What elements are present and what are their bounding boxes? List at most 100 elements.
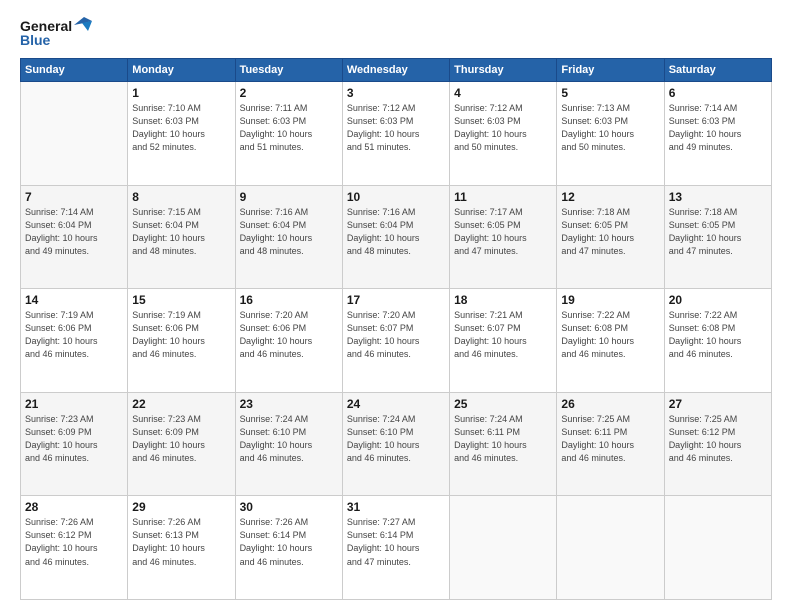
day-header-sunday: Sunday bbox=[21, 59, 128, 82]
day-header-tuesday: Tuesday bbox=[235, 59, 342, 82]
calendar-day-cell bbox=[664, 496, 771, 600]
day-number: 23 bbox=[240, 397, 338, 411]
day-number: 2 bbox=[240, 86, 338, 100]
logo-bird-icon bbox=[74, 17, 92, 31]
day-info: Sunrise: 7:15 AM Sunset: 6:04 PM Dayligh… bbox=[132, 206, 230, 258]
calendar-day-cell bbox=[557, 496, 664, 600]
calendar-day-cell: 18 Sunrise: 7:21 AM Sunset: 6:07 PM Dayli… bbox=[450, 289, 557, 393]
day-info: Sunrise: 7:18 AM Sunset: 6:05 PM Dayligh… bbox=[669, 206, 767, 258]
day-number: 15 bbox=[132, 293, 230, 307]
day-info: Sunrise: 7:27 AM Sunset: 6:14 PM Dayligh… bbox=[347, 516, 445, 568]
day-info: Sunrise: 7:19 AM Sunset: 6:06 PM Dayligh… bbox=[132, 309, 230, 361]
day-info: Sunrise: 7:19 AM Sunset: 6:06 PM Dayligh… bbox=[25, 309, 123, 361]
day-number: 7 bbox=[25, 190, 123, 204]
day-info: Sunrise: 7:26 AM Sunset: 6:14 PM Dayligh… bbox=[240, 516, 338, 568]
day-info: Sunrise: 7:25 AM Sunset: 6:12 PM Dayligh… bbox=[669, 413, 767, 465]
calendar-day-cell: 28 Sunrise: 7:26 AM Sunset: 6:12 PM Dayli… bbox=[21, 496, 128, 600]
calendar-day-cell: 27Sunrise: 7:25 AM Sunset: 6:12 PM Dayli… bbox=[664, 392, 771, 496]
calendar-day-cell bbox=[450, 496, 557, 600]
day-number: 13 bbox=[669, 190, 767, 204]
day-header-saturday: Saturday bbox=[664, 59, 771, 82]
calendar-day-cell: 11 Sunrise: 7:17 AM Sunset: 6:05 PM Dayli… bbox=[450, 185, 557, 289]
calendar-day-cell: 31 Sunrise: 7:27 AM Sunset: 6:14 PM Dayli… bbox=[342, 496, 449, 600]
day-info: Sunrise: 7:20 AM Sunset: 6:06 PM Dayligh… bbox=[240, 309, 338, 361]
day-header-wednesday: Wednesday bbox=[342, 59, 449, 82]
calendar-week-row: 28 Sunrise: 7:26 AM Sunset: 6:12 PM Dayli… bbox=[21, 496, 772, 600]
day-number: 6 bbox=[669, 86, 767, 100]
calendar-week-row: 14 Sunrise: 7:19 AM Sunset: 6:06 PM Dayli… bbox=[21, 289, 772, 393]
day-info: Sunrise: 7:13 AM Sunset: 6:03 PM Dayligh… bbox=[561, 102, 659, 154]
day-info: Sunrise: 7:23 AM Sunset: 6:09 PM Dayligh… bbox=[25, 413, 123, 465]
day-info: Sunrise: 7:11 AM Sunset: 6:03 PM Dayligh… bbox=[240, 102, 338, 154]
day-info: Sunrise: 7:20 AM Sunset: 6:07 PM Dayligh… bbox=[347, 309, 445, 361]
day-info: Sunrise: 7:24 AM Sunset: 6:11 PM Dayligh… bbox=[454, 413, 552, 465]
calendar-day-cell: 20Sunrise: 7:22 AM Sunset: 6:08 PM Dayli… bbox=[664, 289, 771, 393]
day-info: Sunrise: 7:21 AM Sunset: 6:07 PM Dayligh… bbox=[454, 309, 552, 361]
calendar-day-cell: 4 Sunrise: 7:12 AM Sunset: 6:03 PM Daylig… bbox=[450, 82, 557, 186]
logo: General Blue bbox=[20, 18, 92, 48]
logo-blue-text: Blue bbox=[20, 32, 50, 48]
day-info: Sunrise: 7:24 AM Sunset: 6:10 PM Dayligh… bbox=[347, 413, 445, 465]
day-info: Sunrise: 7:26 AM Sunset: 6:12 PM Dayligh… bbox=[25, 516, 123, 568]
calendar-day-cell: 6 Sunrise: 7:14 AM Sunset: 6:03 PM Daylig… bbox=[664, 82, 771, 186]
day-number: 29 bbox=[132, 500, 230, 514]
day-number: 21 bbox=[25, 397, 123, 411]
day-info: Sunrise: 7:18 AM Sunset: 6:05 PM Dayligh… bbox=[561, 206, 659, 258]
calendar-day-cell: 16 Sunrise: 7:20 AM Sunset: 6:06 PM Dayli… bbox=[235, 289, 342, 393]
calendar-day-cell: 14 Sunrise: 7:19 AM Sunset: 6:06 PM Dayli… bbox=[21, 289, 128, 393]
calendar-day-cell: 23Sunrise: 7:24 AM Sunset: 6:10 PM Dayli… bbox=[235, 392, 342, 496]
day-info: Sunrise: 7:16 AM Sunset: 6:04 PM Dayligh… bbox=[347, 206, 445, 258]
day-number: 14 bbox=[25, 293, 123, 307]
calendar-day-cell: 30Sunrise: 7:26 AM Sunset: 6:14 PM Dayli… bbox=[235, 496, 342, 600]
calendar-day-cell: 26 Sunrise: 7:25 AM Sunset: 6:11 PM Dayli… bbox=[557, 392, 664, 496]
calendar-day-cell: 15 Sunrise: 7:19 AM Sunset: 6:06 PM Dayli… bbox=[128, 289, 235, 393]
day-info: Sunrise: 7:25 AM Sunset: 6:11 PM Dayligh… bbox=[561, 413, 659, 465]
calendar-day-cell: 29 Sunrise: 7:26 AM Sunset: 6:13 PM Dayli… bbox=[128, 496, 235, 600]
day-number: 9 bbox=[240, 190, 338, 204]
calendar-day-cell: 25 Sunrise: 7:24 AM Sunset: 6:11 PM Dayli… bbox=[450, 392, 557, 496]
day-number: 26 bbox=[561, 397, 659, 411]
day-info: Sunrise: 7:23 AM Sunset: 6:09 PM Dayligh… bbox=[132, 413, 230, 465]
day-info: Sunrise: 7:17 AM Sunset: 6:05 PM Dayligh… bbox=[454, 206, 552, 258]
day-number: 22 bbox=[132, 397, 230, 411]
calendar-day-cell: 13 Sunrise: 7:18 AM Sunset: 6:05 PM Dayli… bbox=[664, 185, 771, 289]
calendar-day-cell: 5 Sunrise: 7:13 AM Sunset: 6:03 PM Daylig… bbox=[557, 82, 664, 186]
calendar-day-cell: 3 Sunrise: 7:12 AM Sunset: 6:03 PM Daylig… bbox=[342, 82, 449, 186]
day-info: Sunrise: 7:22 AM Sunset: 6:08 PM Dayligh… bbox=[669, 309, 767, 361]
day-header-monday: Monday bbox=[128, 59, 235, 82]
calendar-day-cell: 22 Sunrise: 7:23 AM Sunset: 6:09 PM Dayli… bbox=[128, 392, 235, 496]
day-number: 25 bbox=[454, 397, 552, 411]
day-number: 10 bbox=[347, 190, 445, 204]
day-number: 3 bbox=[347, 86, 445, 100]
day-info: Sunrise: 7:26 AM Sunset: 6:13 PM Dayligh… bbox=[132, 516, 230, 568]
day-number: 18 bbox=[454, 293, 552, 307]
calendar-day-cell: 1Sunrise: 7:10 AM Sunset: 6:03 PM Daylig… bbox=[128, 82, 235, 186]
calendar-table: SundayMondayTuesdayWednesdayThursdayFrid… bbox=[20, 58, 772, 600]
day-number: 1 bbox=[132, 86, 230, 100]
day-header-friday: Friday bbox=[557, 59, 664, 82]
calendar-day-cell: 19Sunrise: 7:22 AM Sunset: 6:08 PM Dayli… bbox=[557, 289, 664, 393]
day-number: 31 bbox=[347, 500, 445, 514]
page: General Blue SundayMondayTuesdayWednesda… bbox=[0, 0, 792, 612]
day-info: Sunrise: 7:22 AM Sunset: 6:08 PM Dayligh… bbox=[561, 309, 659, 361]
calendar-day-cell: 2 Sunrise: 7:11 AM Sunset: 6:03 PM Daylig… bbox=[235, 82, 342, 186]
day-number: 16 bbox=[240, 293, 338, 307]
day-number: 12 bbox=[561, 190, 659, 204]
day-number: 28 bbox=[25, 500, 123, 514]
calendar-day-cell: 12 Sunrise: 7:18 AM Sunset: 6:05 PM Dayli… bbox=[557, 185, 664, 289]
day-number: 8 bbox=[132, 190, 230, 204]
day-info: Sunrise: 7:16 AM Sunset: 6:04 PM Dayligh… bbox=[240, 206, 338, 258]
calendar-week-row: 21 Sunrise: 7:23 AM Sunset: 6:09 PM Dayli… bbox=[21, 392, 772, 496]
calendar-day-cell: 7 Sunrise: 7:14 AM Sunset: 6:04 PM Daylig… bbox=[21, 185, 128, 289]
day-info: Sunrise: 7:14 AM Sunset: 6:03 PM Dayligh… bbox=[669, 102, 767, 154]
day-number: 11 bbox=[454, 190, 552, 204]
calendar-week-row: 7 Sunrise: 7:14 AM Sunset: 6:04 PM Daylig… bbox=[21, 185, 772, 289]
day-number: 17 bbox=[347, 293, 445, 307]
day-info: Sunrise: 7:12 AM Sunset: 6:03 PM Dayligh… bbox=[347, 102, 445, 154]
day-number: 5 bbox=[561, 86, 659, 100]
day-info: Sunrise: 7:12 AM Sunset: 6:03 PM Dayligh… bbox=[454, 102, 552, 154]
calendar-week-row: 1Sunrise: 7:10 AM Sunset: 6:03 PM Daylig… bbox=[21, 82, 772, 186]
day-number: 4 bbox=[454, 86, 552, 100]
calendar-day-cell: 21 Sunrise: 7:23 AM Sunset: 6:09 PM Dayli… bbox=[21, 392, 128, 496]
day-info: Sunrise: 7:14 AM Sunset: 6:04 PM Dayligh… bbox=[25, 206, 123, 258]
